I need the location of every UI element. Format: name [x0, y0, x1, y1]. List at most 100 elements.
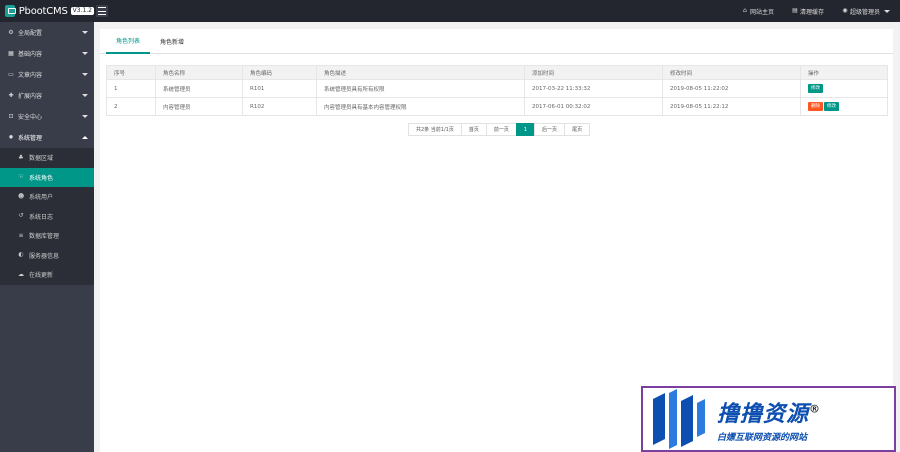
delete-button[interactable]: 删除: [808, 102, 823, 111]
user-menu[interactable]: ◉ 超级管理员: [842, 7, 890, 16]
users-icon: ☻: [18, 192, 25, 200]
edit-button[interactable]: 修改: [824, 102, 839, 111]
cell-actions: 修改: [800, 79, 888, 98]
sidebar-item-label: 安全中心: [18, 114, 43, 121]
site-home-link[interactable]: ⌂ 网站主页: [742, 7, 774, 16]
column-header: 角色描述: [316, 65, 525, 80]
sidebar-subitem-label: 系统角色: [29, 174, 54, 182]
last-page-button[interactable]: 尾页: [564, 123, 591, 136]
column-header: 操作: [800, 65, 888, 80]
sidebar-item-label: 文章内容: [18, 72, 43, 79]
home-icon: ⌂: [743, 7, 747, 14]
logo-icon: [5, 5, 16, 17]
chevron-up-icon: [82, 136, 88, 139]
menu-toggle-icon[interactable]: [96, 5, 108, 17]
sidebar-subitem-online-update[interactable]: ☁ 在线更新: [0, 265, 94, 285]
sidebar-item-label: 系统管理: [18, 135, 43, 142]
file-icon: ▭: [8, 70, 14, 78]
column-header: 修改时间: [662, 65, 801, 80]
watermark-subtitle: 白嫖互联网资源的网站: [717, 432, 808, 443]
system-submenu: ♣ 数据区域 ☜ 系统角色 ☻ 系统用户 ↺ 系统日志 ≡ 数据库管理 ◐ 服务…: [0, 148, 94, 285]
column-header: 添加时间: [524, 65, 663, 80]
sidebar-item-global-config[interactable]: ⚙ 全局配置: [0, 22, 94, 43]
sidebar-subitem-database[interactable]: ≡ 数据库管理: [0, 226, 94, 246]
sidebar: ⚙ 全局配置 ▦ 基础内容 ▭ 文章内容 ✚ 扩展内容 ⊡ 安全中心 ✹ 系统管…: [0, 22, 94, 452]
cell-actions: 删除 修改: [800, 97, 888, 116]
puzzle-icon: ✚: [8, 91, 14, 99]
next-page-button[interactable]: 后一页: [534, 123, 566, 136]
cell-no: 1: [106, 79, 156, 98]
sidebar-subitem-label: 数据区域: [29, 155, 54, 163]
column-header: 序号: [106, 65, 156, 80]
cell-created: 2017-06-01 00:32:02: [524, 97, 663, 116]
sidebar-item-system[interactable]: ✹ 系统管理: [0, 127, 94, 148]
pagination: 共2条 当前1/1页 首页 前一页 1 后一页 尾页: [408, 123, 591, 136]
sidebar-subitem-system-role[interactable]: ☜ 系统角色: [0, 167, 94, 187]
watermark-text: 撸撸资源® 白嫖互联网资源的网站: [717, 396, 821, 443]
chevron-down-icon: [82, 31, 88, 34]
app-logo[interactable]: PbootCMS V3.1.2: [0, 0, 94, 22]
hand-icon: ☜: [18, 173, 24, 181]
table-row: 1 系统管理员 R101 系统管理员具有所有权限 2017-03-22 11:3…: [106, 79, 888, 98]
sidebar-subitem-label: 数据库管理: [29, 233, 60, 241]
chevron-down-icon: [82, 52, 88, 55]
sidebar-subitem-label: 系统日志: [29, 213, 54, 221]
cell-name: 内容管理员: [155, 97, 243, 116]
edit-button[interactable]: 修改: [808, 84, 823, 93]
tab-role-list[interactable]: 角色列表: [106, 29, 151, 54]
app-name: PbootCMS: [18, 5, 68, 17]
chevron-down-icon: [82, 94, 88, 97]
sidebar-item-label: 扩展内容: [18, 93, 43, 100]
cell-name: 系统管理员: [155, 79, 243, 98]
cell-updated: 2019-08-05 11:22:02: [662, 79, 801, 98]
user-icon: ◉: [842, 7, 848, 14]
history-icon: ↺: [18, 212, 24, 220]
trash-icon: ▤: [792, 7, 798, 14]
chevron-down-icon: [82, 115, 88, 118]
sidebar-subitem-label: 系统用户: [29, 194, 54, 202]
cell-code: R102: [242, 97, 317, 116]
sidebar-item-extended-content[interactable]: ✚ 扩展内容: [0, 85, 94, 106]
tab-bar: 角色列表 角色新增: [100, 29, 893, 54]
sidebar-item-label: 基础内容: [18, 51, 43, 58]
sidebar-subitem-label: 在线更新: [29, 272, 54, 280]
watermark-logo-icon: [643, 389, 713, 449]
cell-desc: 系统管理员具有所有权限: [316, 79, 525, 98]
watermark-title: 撸撸资源®: [717, 401, 822, 427]
version-badge: V3.1.2: [70, 7, 94, 15]
sidebar-item-label: 全局配置: [18, 30, 43, 37]
grid-icon: ▦: [8, 49, 14, 57]
top-header: PbootCMS V3.1.2 ⌂ 网站主页 ▤ 清理缓存 ◉ 超级管理员: [0, 0, 900, 22]
database-icon: ≡: [18, 231, 24, 239]
pagination-info: 共2条 当前1/1页: [408, 123, 462, 136]
first-page-button[interactable]: 首页: [460, 123, 487, 136]
clear-cache-link[interactable]: ▤ 清理缓存: [792, 7, 824, 16]
info-icon: ◐: [18, 251, 24, 259]
site-home-label: 网站主页: [749, 8, 774, 16]
column-header: 角色名称: [155, 65, 243, 80]
sidebar-subitem-data-area[interactable]: ♣ 数据区域: [0, 148, 94, 168]
lock-icon: ⊡: [8, 112, 14, 120]
user-name: 超级管理员: [849, 8, 880, 16]
cell-code: R101: [242, 79, 317, 98]
sitemap-icon: ♣: [18, 153, 24, 161]
watermark-banner: 撸撸资源® 白嫖互联网资源的网站: [641, 386, 896, 452]
sidebar-subitem-server-info[interactable]: ◐ 服务器信息: [0, 246, 94, 266]
prev-page-button[interactable]: 前一页: [485, 123, 517, 136]
cell-no: 2: [106, 97, 156, 116]
cell-desc: 内容管理员具有基本内容管理权限: [316, 97, 525, 116]
header-right: ⌂ 网站主页 ▤ 清理缓存 ◉ 超级管理员: [742, 0, 890, 22]
chevron-down-icon: [884, 9, 890, 13]
chevron-down-icon: [82, 73, 88, 76]
sidebar-subitem-system-log[interactable]: ↺ 系统日志: [0, 207, 94, 227]
cog-icon: ✹: [8, 133, 14, 141]
sidebar-item-article-content[interactable]: ▭ 文章内容: [0, 64, 94, 85]
sidebar-subitem-system-user[interactable]: ☻ 系统用户: [0, 187, 94, 207]
current-page-button[interactable]: 1: [515, 123, 536, 136]
table-row: 2 内容管理员 R102 内容管理员具有基本内容管理权限 2017-06-01 …: [106, 97, 888, 116]
gear-icon: ⚙: [8, 28, 14, 36]
sidebar-item-security[interactable]: ⊡ 安全中心: [0, 106, 94, 127]
tab-role-add[interactable]: 角色新增: [150, 29, 194, 54]
sidebar-item-basic-content[interactable]: ▦ 基础内容: [0, 43, 94, 64]
role-table: 序号 角色名称 角色编码 角色描述 添加时间 修改时间 操作 1 系统管理员 R…: [106, 65, 888, 116]
